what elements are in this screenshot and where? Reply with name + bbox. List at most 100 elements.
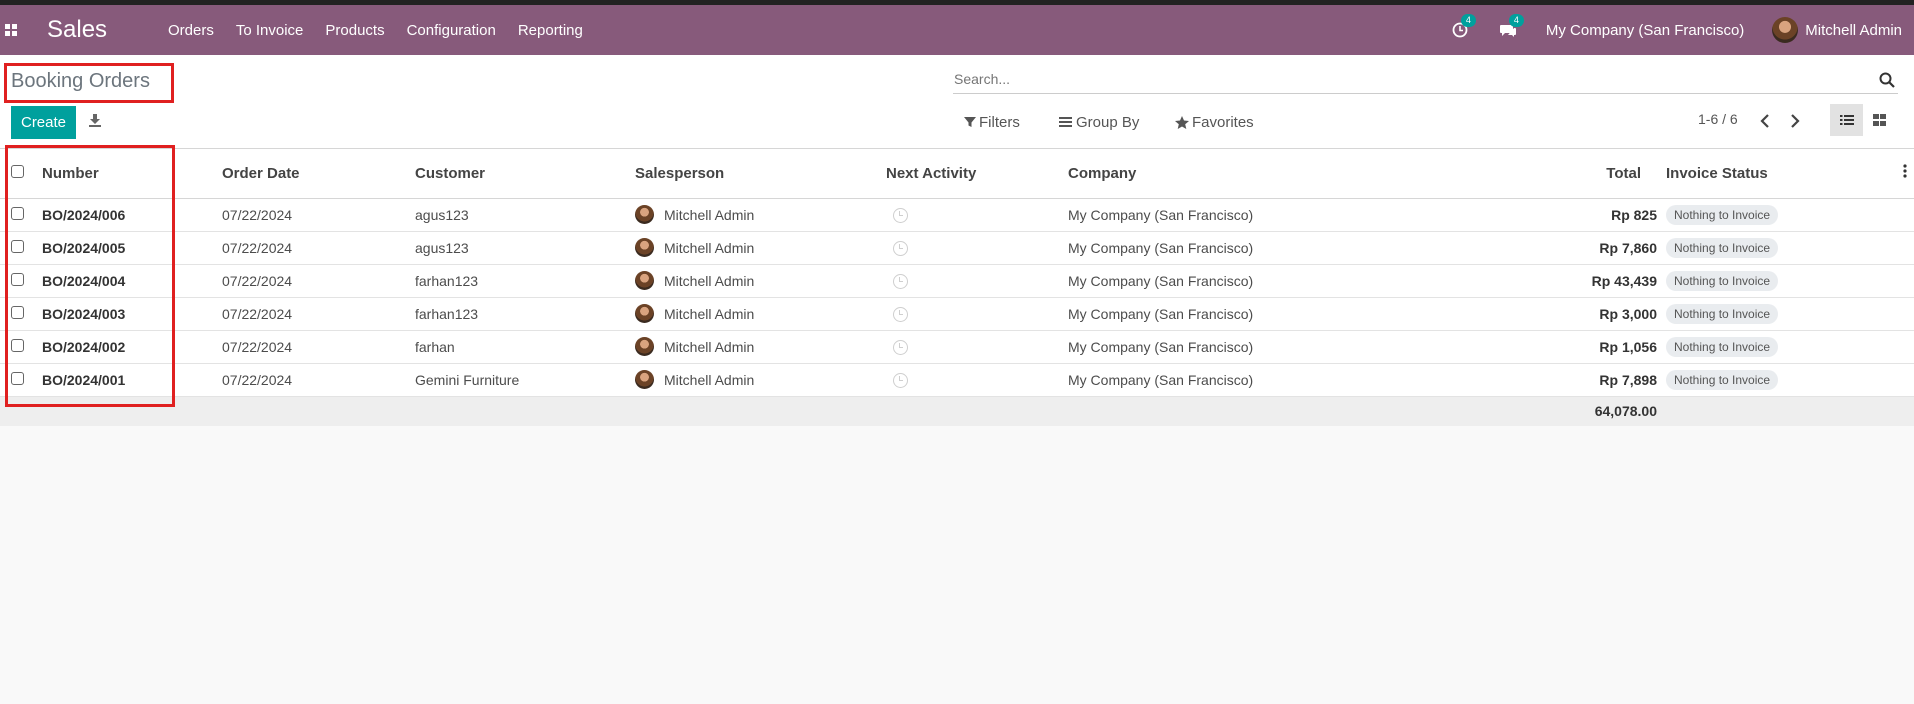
create-button[interactable]: Create <box>11 106 76 139</box>
order-total: Rp 7,898 <box>1428 363 1666 397</box>
clock-icon[interactable] <box>893 306 908 322</box>
table-row[interactable]: BO/2024/001 07/22/2024 Gemini Furniture … <box>0 363 1914 397</box>
order-customer: farhan123 <box>415 297 635 331</box>
order-salesperson: Mitchell Admin <box>664 371 755 388</box>
filter-icon <box>964 117 976 127</box>
table-row[interactable]: BO/2024/006 07/22/2024 agus123 Mitchell … <box>0 198 1914 232</box>
select-all-cell <box>0 149 42 199</box>
order-date: 07/22/2024 <box>222 198 415 232</box>
search-bar <box>953 69 1898 94</box>
order-salesperson: Mitchell Admin <box>664 206 755 223</box>
header-salesperson[interactable]: Salesperson <box>635 149 886 199</box>
salesperson-avatar <box>635 271 654 290</box>
invoice-status-badge: Nothing to Invoice <box>1666 237 1779 258</box>
order-date: 07/22/2024 <box>222 231 415 265</box>
row-checkbox[interactable] <box>11 239 24 253</box>
app-brand[interactable]: Sales <box>47 16 107 44</box>
clock-icon[interactable] <box>893 240 908 256</box>
menu-products[interactable]: Products <box>325 22 384 39</box>
export-button[interactable] <box>88 111 108 133</box>
list-view: Number Order Date Customer Salesperson N… <box>0 149 1914 426</box>
header-customer[interactable]: Customer <box>415 149 635 199</box>
kanban-view-icon <box>1873 114 1886 126</box>
invoice-status-badge: Nothing to Invoice <box>1666 204 1779 225</box>
company-switcher[interactable]: My Company (San Francisco) <box>1546 22 1744 39</box>
order-total: Rp 1,056 <box>1428 330 1666 364</box>
orders-table: Number Order Date Customer Salesperson N… <box>0 149 1914 426</box>
group-by-icon <box>1059 117 1072 127</box>
sum-total: 64,078.00 <box>1428 396 1666 426</box>
table-row[interactable]: BO/2024/005 07/22/2024 agus123 Mitchell … <box>0 231 1914 265</box>
clock-icon[interactable] <box>893 273 908 289</box>
row-checkbox[interactable] <box>11 272 24 286</box>
row-checkbox[interactable] <box>11 338 24 352</box>
chevron-left-icon[interactable] <box>1757 112 1773 130</box>
filters-label: Filters <box>979 113 1020 131</box>
header-number[interactable]: Number <box>42 149 222 199</box>
header-total[interactable]: Total <box>1428 149 1666 199</box>
order-company: My Company (San Francisco) <box>1068 330 1428 364</box>
menu-orders[interactable]: Orders <box>168 22 214 39</box>
order-date: 07/22/2024 <box>222 264 415 298</box>
messaging-menu[interactable]: 4 <box>1498 14 1524 40</box>
menu-configuration[interactable]: Configuration <box>407 22 496 39</box>
order-date: 07/22/2024 <box>222 330 415 364</box>
favorites-button[interactable]: Favorites <box>1175 111 1254 133</box>
salesperson-avatar <box>635 370 654 389</box>
order-total: Rp 3,000 <box>1428 297 1666 331</box>
user-avatar <box>1772 17 1799 43</box>
invoice-status-badge: Nothing to Invoice <box>1666 369 1779 390</box>
star-icon <box>1175 115 1189 129</box>
group-by-button[interactable]: Group By <box>1059 111 1139 133</box>
row-checkbox[interactable] <box>11 305 24 319</box>
order-date: 07/22/2024 <box>222 297 415 331</box>
order-company: My Company (San Francisco) <box>1068 297 1428 331</box>
table-row[interactable]: BO/2024/003 07/22/2024 farhan123 Mitchel… <box>0 297 1914 331</box>
clock-icon[interactable] <box>893 207 908 223</box>
header-company[interactable]: Company <box>1068 149 1428 199</box>
clock-icon[interactable] <box>893 372 908 388</box>
order-customer: agus123 <box>415 198 635 232</box>
group-by-label: Group By <box>1076 113 1140 131</box>
optional-columns-toggle[interactable] <box>1896 149 1914 199</box>
select-all-checkbox[interactable] <box>11 164 24 178</box>
search-icon[interactable] <box>1878 71 1896 89</box>
order-salesperson: Mitchell Admin <box>664 305 755 322</box>
systray: 4 4 My Company (San Francisco) Mitchell … <box>1450 5 1914 55</box>
invoice-status-badge: Nothing to Invoice <box>1666 336 1779 357</box>
header-next-activity[interactable]: Next Activity <box>886 149 1068 199</box>
table-row[interactable]: BO/2024/002 07/22/2024 farhan Mitchell A… <box>0 330 1914 364</box>
salesperson-avatar <box>635 337 654 356</box>
row-checkbox[interactable] <box>11 371 24 385</box>
apps-grid-icon[interactable] <box>5 24 18 36</box>
menu-reporting[interactable]: Reporting <box>518 22 583 39</box>
chevron-right-icon[interactable] <box>1787 112 1803 130</box>
order-total: Rp 7,860 <box>1428 231 1666 265</box>
clock-icon[interactable] <box>893 339 908 355</box>
search-input[interactable] <box>954 71 1844 87</box>
user-menu[interactable]: Mitchell Admin <box>1772 17 1902 43</box>
pager-value[interactable]: 1-6 / 6 <box>1698 111 1738 127</box>
favorites-label: Favorites <box>1192 113 1254 131</box>
menu-to-invoice[interactable]: To Invoice <box>236 22 304 39</box>
order-number: BO/2024/004 <box>42 264 222 298</box>
row-checkbox[interactable] <box>11 206 24 220</box>
order-company: My Company (San Francisco) <box>1068 363 1428 397</box>
order-number: BO/2024/003 <box>42 297 222 331</box>
order-salesperson: Mitchell Admin <box>664 239 755 256</box>
activity-menu[interactable]: 4 <box>1450 14 1476 40</box>
filters-button[interactable]: Filters <box>964 111 1020 133</box>
messages-badge: 4 <box>1508 14 1524 27</box>
table-footer-row: 64,078.00 <box>0 396 1914 426</box>
order-customer: agus123 <box>415 231 635 265</box>
order-date: 07/22/2024 <box>222 363 415 397</box>
order-company: My Company (San Francisco) <box>1068 198 1428 232</box>
salesperson-avatar <box>635 304 654 323</box>
header-order-date[interactable]: Order Date <box>222 149 415 199</box>
header-invoice-status[interactable]: Invoice Status <box>1666 149 1896 199</box>
main-navbar: Sales Orders To Invoice Products Configu… <box>0 5 1914 55</box>
order-total: Rp 43,439 <box>1428 264 1666 298</box>
table-row[interactable]: BO/2024/004 07/22/2024 farhan123 Mitchel… <box>0 264 1914 298</box>
kanban-view-button[interactable] <box>1863 104 1896 136</box>
list-view-button[interactable] <box>1830 104 1863 136</box>
